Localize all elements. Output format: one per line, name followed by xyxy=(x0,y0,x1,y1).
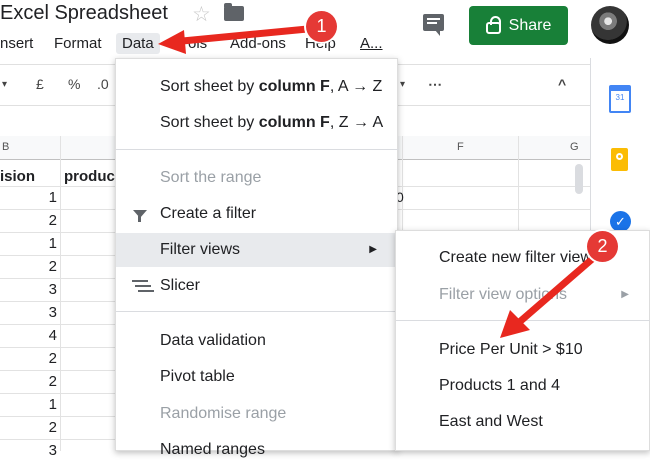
callout-badge-1: 1 xyxy=(306,11,337,42)
callout-arrow-2 xyxy=(512,250,602,329)
callout-arrows xyxy=(158,24,602,338)
callout-arrowhead-1 xyxy=(158,30,186,54)
callout-badge-2: 2 xyxy=(587,231,618,262)
callout-arrow-1 xyxy=(168,24,322,46)
